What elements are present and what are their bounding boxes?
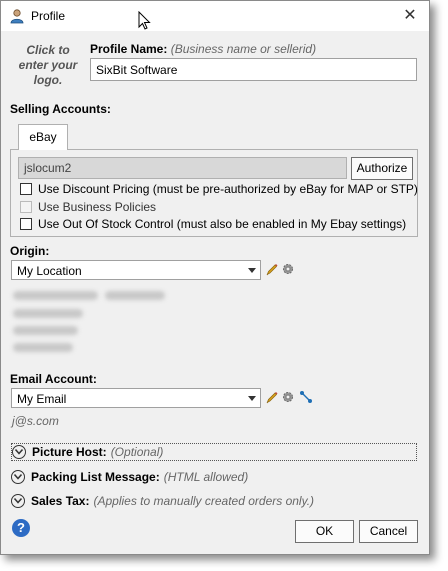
- expand-icon: [11, 494, 25, 508]
- test-connection-icon[interactable]: [299, 390, 313, 404]
- pencil-icon[interactable]: [265, 390, 279, 404]
- business-policies-checkbox: [20, 201, 32, 213]
- profile-icon: [10, 9, 24, 24]
- origin-select-value: My Location: [17, 264, 82, 278]
- help-icon[interactable]: ?: [12, 519, 30, 537]
- email-account-select[interactable]: My Email: [11, 388, 261, 408]
- cancel-button[interactable]: Cancel: [359, 520, 418, 543]
- email-account-select-value: My Email: [17, 392, 67, 406]
- business-policies-checkbox-row: Use Business Policies: [20, 199, 156, 215]
- email-account-label: Email Account:: [10, 372, 97, 386]
- logo-hint-line: logo.: [33, 73, 63, 87]
- chevron-down-icon: [248, 268, 256, 273]
- gear-icon[interactable]: [281, 390, 295, 404]
- chevron-down-icon: [248, 396, 256, 401]
- title-bar: Profile ✕: [1, 1, 429, 31]
- origin-label: Origin:: [10, 244, 50, 258]
- profile-dialog: Profile ✕ Click to enter your logo. Prof…: [0, 0, 430, 555]
- discount-pricing-checkbox[interactable]: [20, 183, 32, 195]
- expand-icon: [11, 470, 25, 484]
- close-button[interactable]: ✕: [399, 6, 421, 26]
- close-icon: ✕: [403, 7, 417, 24]
- origin-select[interactable]: My Location: [11, 260, 261, 280]
- tab-ebay[interactable]: eBay: [18, 124, 68, 150]
- selling-accounts-label: Selling Accounts:: [10, 102, 111, 116]
- logo-placeholder[interactable]: Click to enter your logo.: [13, 43, 83, 88]
- expand-icon: [12, 445, 26, 459]
- pencil-icon[interactable]: [265, 262, 279, 276]
- packing-list-expander[interactable]: Packing List Message: (HTML allowed): [11, 468, 417, 486]
- authorize-button[interactable]: Authorize: [351, 157, 413, 180]
- packing-list-hint: (HTML allowed): [163, 470, 249, 484]
- profile-name-label: Profile Name:: [90, 42, 168, 56]
- email-address-text: j@s.com: [12, 414, 59, 428]
- out-of-stock-checkbox-row[interactable]: Use Out Of Stock Control (must also be e…: [20, 216, 406, 232]
- picture-host-hint: (Optional): [110, 445, 164, 459]
- ebay-account-field: jslocum2: [18, 157, 347, 179]
- picture-host-expander[interactable]: Picture Host: (Optional): [11, 443, 417, 461]
- logo-hint-line: enter your: [18, 58, 78, 72]
- sales-tax-expander[interactable]: Sales Tax: (Applies to manually created …: [11, 492, 417, 510]
- packing-list-title: Packing List Message:: [31, 470, 160, 484]
- sales-tax-hint: (Applies to manually created orders only…: [93, 494, 315, 508]
- out-of-stock-checkbox[interactable]: [20, 218, 32, 230]
- profile-name-hint: (Business name or sellerid): [170, 42, 317, 56]
- out-of-stock-label: Use Out Of Stock Control (must also be e…: [38, 217, 407, 231]
- logo-hint-line: Click to: [26, 43, 70, 57]
- business-policies-label: Use Business Policies: [38, 200, 157, 214]
- mouse-cursor-icon: [138, 11, 151, 30]
- gear-icon[interactable]: [281, 262, 295, 276]
- picture-host-title: Picture Host:: [32, 445, 107, 459]
- profile-name-label-row: Profile Name: (Business name or sellerid…: [90, 42, 316, 56]
- profile-name-input[interactable]: SixBit Software: [90, 58, 417, 81]
- ok-button[interactable]: OK: [295, 520, 354, 543]
- sales-tax-title: Sales Tax:: [31, 494, 90, 508]
- window-title: Profile: [31, 9, 66, 23]
- discount-pricing-checkbox-row[interactable]: Use Discount Pricing (must be pre-author…: [20, 181, 418, 197]
- discount-pricing-label: Use Discount Pricing (must be pre-author…: [38, 182, 418, 196]
